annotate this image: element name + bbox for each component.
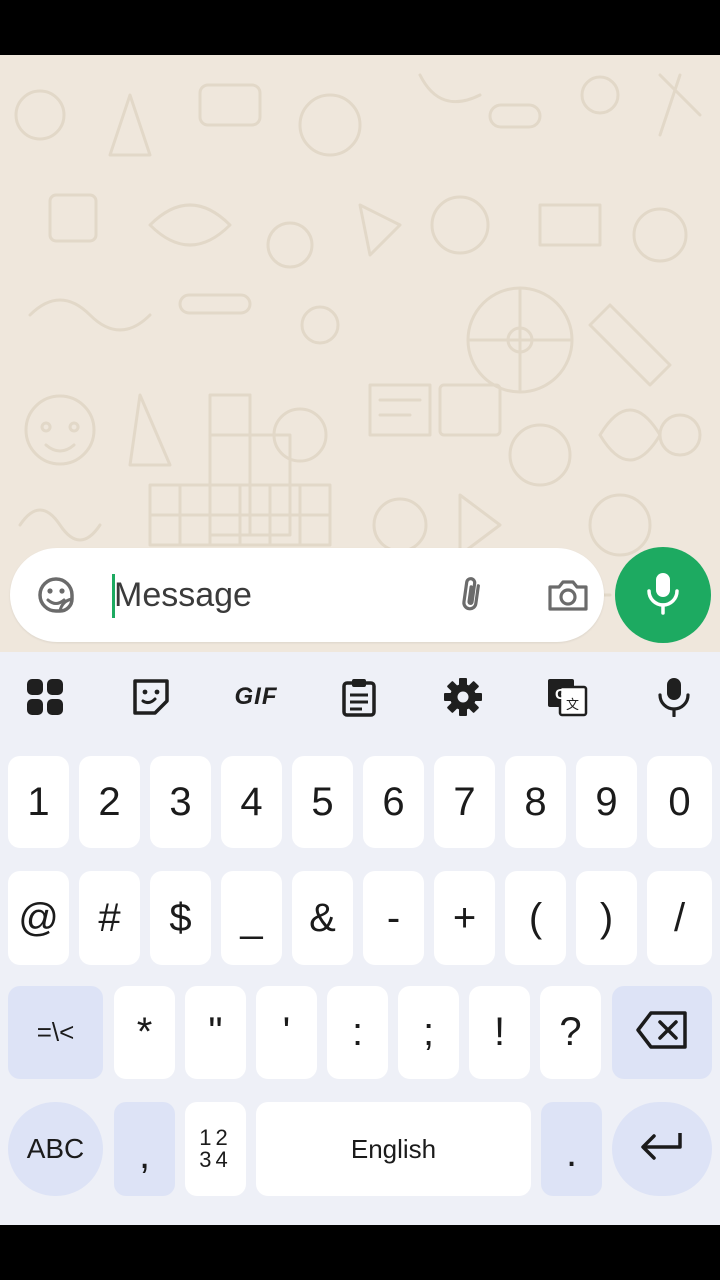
key-semicolon[interactable]: ; bbox=[398, 986, 459, 1079]
key-colon[interactable]: : bbox=[327, 986, 388, 1079]
key-hash[interactable]: # bbox=[79, 871, 140, 965]
key-period[interactable]: . bbox=[541, 1102, 602, 1196]
key-1[interactable]: 1 bbox=[8, 756, 69, 848]
key-2[interactable]: 2 bbox=[79, 756, 140, 848]
key-ampersand[interactable]: & bbox=[292, 871, 353, 965]
key-double-quote[interactable]: " bbox=[185, 986, 246, 1079]
key-3[interactable]: 3 bbox=[150, 756, 211, 848]
enter-icon bbox=[638, 1130, 686, 1169]
key-5[interactable]: 5 bbox=[292, 756, 353, 848]
camera-icon[interactable] bbox=[546, 573, 590, 617]
sticker-icon[interactable] bbox=[34, 573, 78, 617]
key-7[interactable]: 7 bbox=[434, 756, 495, 848]
gif-icon[interactable]: GIF bbox=[228, 675, 284, 719]
numpad-toggle-bottom: 34 bbox=[199, 1147, 232, 1172]
key-plus[interactable]: + bbox=[434, 871, 495, 965]
svg-text:文: 文 bbox=[566, 697, 579, 712]
message-composer[interactable]: Message bbox=[10, 548, 604, 642]
key-8[interactable]: 8 bbox=[505, 756, 566, 848]
message-input[interactable]: Message bbox=[114, 572, 252, 618]
paperclip-icon[interactable] bbox=[450, 573, 494, 617]
key-single-quote[interactable]: ' bbox=[256, 986, 317, 1079]
key-9[interactable]: 9 bbox=[576, 756, 637, 848]
sticker-icon[interactable] bbox=[129, 675, 173, 719]
key-close-paren[interactable]: ) bbox=[576, 871, 637, 965]
gif-label: GIF bbox=[234, 683, 278, 710]
space-key[interactable]: English bbox=[256, 1102, 531, 1196]
key-question[interactable]: ? bbox=[540, 986, 601, 1079]
key-at[interactable]: @ bbox=[8, 871, 69, 965]
key-comma[interactable]: , bbox=[114, 1102, 175, 1196]
voice-message-button[interactable] bbox=[615, 547, 711, 643]
backspace-key[interactable] bbox=[612, 986, 712, 1079]
key-dollar[interactable]: $ bbox=[150, 871, 211, 965]
key-6[interactable]: 6 bbox=[363, 756, 424, 848]
status-bar bbox=[0, 0, 720, 55]
keyboard: GIF G 文 1 2 3 4 5 6 7 8 9 0 @ # $ _ & - … bbox=[0, 652, 720, 1225]
microphone-icon[interactable] bbox=[652, 675, 696, 719]
svg-text:G: G bbox=[555, 686, 567, 703]
key-underscore[interactable]: _ bbox=[221, 871, 282, 965]
numpad-toggle-top: 12 bbox=[199, 1125, 232, 1150]
navigation-bar bbox=[0, 1225, 720, 1280]
keyboard-toolbar: GIF G 文 bbox=[0, 652, 720, 742]
microphone-icon bbox=[643, 571, 683, 619]
abc-key[interactable]: ABC bbox=[8, 1102, 103, 1196]
key-0[interactable]: 0 bbox=[647, 756, 712, 848]
backspace-icon bbox=[635, 1010, 689, 1055]
key-4[interactable]: 4 bbox=[221, 756, 282, 848]
more-symbols-key[interactable]: =\< bbox=[8, 986, 103, 1079]
key-slash[interactable]: / bbox=[647, 871, 712, 965]
clipboard-icon[interactable] bbox=[337, 675, 381, 719]
key-asterisk[interactable]: * bbox=[114, 986, 175, 1079]
key-open-paren[interactable]: ( bbox=[505, 871, 566, 965]
key-exclamation[interactable]: ! bbox=[469, 986, 530, 1079]
key-minus[interactable]: - bbox=[363, 871, 424, 965]
numpad-toggle-key[interactable]: 12 34 bbox=[185, 1102, 246, 1196]
settings-icon[interactable] bbox=[441, 675, 485, 719]
apps-grid-icon[interactable] bbox=[23, 675, 67, 719]
enter-key[interactable] bbox=[612, 1102, 712, 1196]
translate-icon[interactable]: G 文 bbox=[545, 675, 589, 719]
